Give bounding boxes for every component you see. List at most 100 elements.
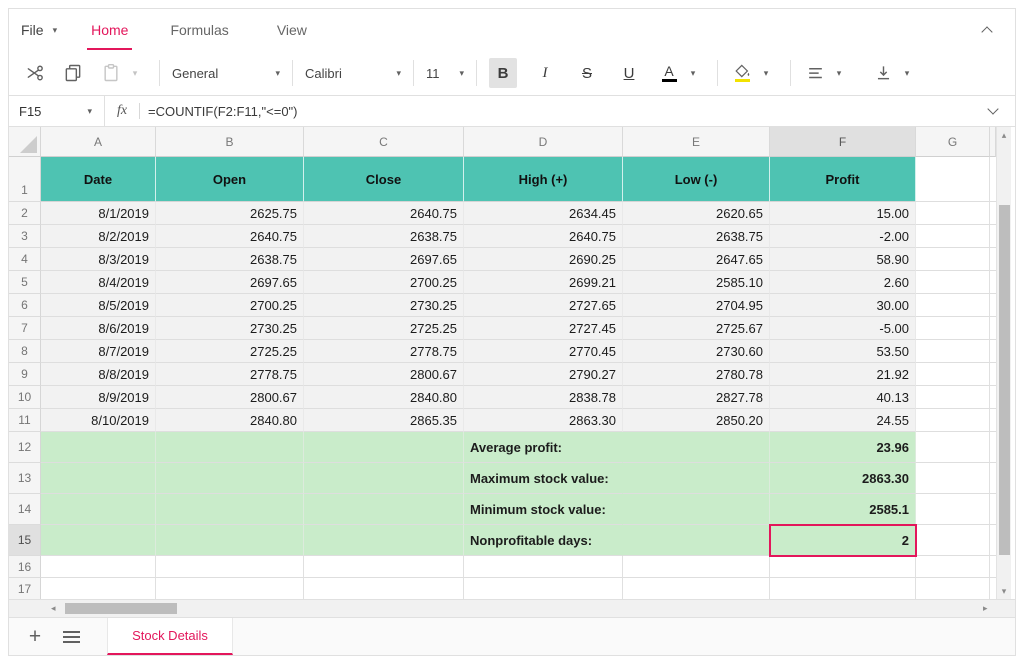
row-header-3[interactable]: 3	[9, 225, 41, 248]
cell-B8[interactable]: 2725.25	[156, 340, 304, 363]
cell-G10[interactable]	[916, 386, 990, 409]
row-header-7[interactable]: 7	[9, 317, 41, 340]
cell-C6[interactable]: 2730.25	[304, 294, 464, 317]
fill-color-button[interactable]	[730, 58, 754, 88]
cell-C11[interactable]: 2865.35	[304, 409, 464, 432]
cell-C10[interactable]: 2840.80	[304, 386, 464, 409]
cell-A1[interactable]: Date	[41, 157, 156, 202]
row-header-4[interactable]: 4	[9, 248, 41, 271]
row-header-5[interactable]: 5	[9, 271, 41, 294]
formula-input[interactable]: =COUNTIF(F2:F11,"<=0")	[140, 104, 983, 119]
cell-C7[interactable]: 2725.25	[304, 317, 464, 340]
cell-G5[interactable]	[916, 271, 990, 294]
cell-B16[interactable]	[156, 556, 304, 578]
cell-D10[interactable]: 2838.78	[464, 386, 623, 409]
cell-F14[interactable]: 2585.1	[770, 494, 916, 525]
cell-B6[interactable]: 2700.25	[156, 294, 304, 317]
column-header-E[interactable]: E	[623, 127, 770, 157]
cell-B3[interactable]: 2640.75	[156, 225, 304, 248]
cell-A3[interactable]: 8/2/2019	[41, 225, 156, 248]
underline-button[interactable]: U	[615, 58, 643, 88]
cell-E9[interactable]: 2780.78	[623, 363, 770, 386]
cell-D17[interactable]	[464, 578, 623, 599]
cell-F2[interactable]: 15.00	[770, 202, 916, 225]
cell-E11[interactable]: 2850.20	[623, 409, 770, 432]
list-sheets-button[interactable]	[53, 618, 89, 655]
cell-E15[interactable]	[623, 525, 770, 556]
row-header-2[interactable]: 2	[9, 202, 41, 225]
cell-G3[interactable]	[916, 225, 990, 248]
cell-B14[interactable]	[156, 494, 304, 525]
cell-B7[interactable]: 2730.25	[156, 317, 304, 340]
cell-G1[interactable]	[916, 157, 990, 202]
horizontal-align-button[interactable]	[803, 58, 827, 88]
font-color-dropdown-button[interactable]: ▾	[681, 58, 705, 88]
cell-E17[interactable]	[623, 578, 770, 599]
expand-formula-bar-button[interactable]	[983, 105, 1003, 117]
vertical-align-button[interactable]	[871, 58, 895, 88]
cell-E10[interactable]: 2827.78	[623, 386, 770, 409]
font-size-dropdown[interactable]: 11 ▾	[426, 66, 464, 81]
fill-color-dropdown-button[interactable]: ▾	[754, 58, 778, 88]
scroll-down-arrow[interactable]: ▾	[997, 586, 1011, 597]
cell-G17[interactable]	[916, 578, 990, 599]
collapse-ribbon-button[interactable]	[975, 18, 999, 42]
cell-F17[interactable]	[770, 578, 916, 599]
copy-button[interactable]	[61, 58, 85, 88]
cell-G12[interactable]	[916, 432, 990, 463]
cell-D14[interactable]: Minimum stock value:	[464, 494, 623, 525]
cell-B15[interactable]	[156, 525, 304, 556]
scroll-left-arrow[interactable]: ◂	[51, 603, 56, 614]
column-header-F[interactable]: F	[770, 127, 916, 157]
cell-B9[interactable]: 2778.75	[156, 363, 304, 386]
cell-E3[interactable]: 2638.75	[623, 225, 770, 248]
cut-button[interactable]	[23, 58, 47, 88]
cell-A2[interactable]: 8/1/2019	[41, 202, 156, 225]
cell-A9[interactable]: 8/8/2019	[41, 363, 156, 386]
cell-E1[interactable]: Low (-)	[623, 157, 770, 202]
cell-A12[interactable]	[41, 432, 156, 463]
scroll-right-arrow[interactable]: ▸	[983, 603, 988, 614]
cell-A15[interactable]	[41, 525, 156, 556]
column-header-D[interactable]: D	[464, 127, 623, 157]
cell-C12[interactable]	[304, 432, 464, 463]
cell-A13[interactable]	[41, 463, 156, 494]
paste-dropdown-button[interactable]: ▾	[123, 58, 147, 88]
cell-B12[interactable]	[156, 432, 304, 463]
row-header-13[interactable]: 13	[9, 463, 41, 494]
file-menu-button[interactable]: File ▾	[19, 18, 59, 42]
cell-B10[interactable]: 2800.67	[156, 386, 304, 409]
horizontal-scrollbar[interactable]: ◂ ▸	[9, 599, 1015, 617]
cell-E8[interactable]: 2730.60	[623, 340, 770, 363]
add-sheet-button[interactable]: +	[17, 618, 53, 655]
cell-G8[interactable]	[916, 340, 990, 363]
cell-G16[interactable]	[916, 556, 990, 578]
cell-D5[interactable]: 2699.21	[464, 271, 623, 294]
cell-D1[interactable]: High (+)	[464, 157, 623, 202]
column-header-B[interactable]: B	[156, 127, 304, 157]
cell-E4[interactable]: 2647.65	[623, 248, 770, 271]
cell-G13[interactable]	[916, 463, 990, 494]
cell-D9[interactable]: 2790.27	[464, 363, 623, 386]
cell-C3[interactable]: 2638.75	[304, 225, 464, 248]
row-header-17[interactable]: 17	[9, 578, 41, 599]
bold-button[interactable]: B	[489, 58, 517, 88]
paste-button[interactable]	[99, 58, 123, 88]
cell-E16[interactable]	[623, 556, 770, 578]
cell-F9[interactable]: 21.92	[770, 363, 916, 386]
cell-F6[interactable]: 30.00	[770, 294, 916, 317]
vertical-scrollbar-thumb[interactable]	[999, 205, 1010, 555]
cell-F10[interactable]: 40.13	[770, 386, 916, 409]
cell-C1[interactable]: Close	[304, 157, 464, 202]
tab-view[interactable]: View	[273, 11, 311, 49]
cell-A11[interactable]: 8/10/2019	[41, 409, 156, 432]
cell-G6[interactable]	[916, 294, 990, 317]
cell-C2[interactable]: 2640.75	[304, 202, 464, 225]
row-header-11[interactable]: 11	[9, 409, 41, 432]
cell-E2[interactable]: 2620.65	[623, 202, 770, 225]
tab-home[interactable]: Home	[87, 11, 132, 49]
cell-G4[interactable]	[916, 248, 990, 271]
row-header-1[interactable]: 1	[9, 157, 41, 202]
cell-D13[interactable]: Maximum stock value:	[464, 463, 623, 494]
cell-A14[interactable]	[41, 494, 156, 525]
